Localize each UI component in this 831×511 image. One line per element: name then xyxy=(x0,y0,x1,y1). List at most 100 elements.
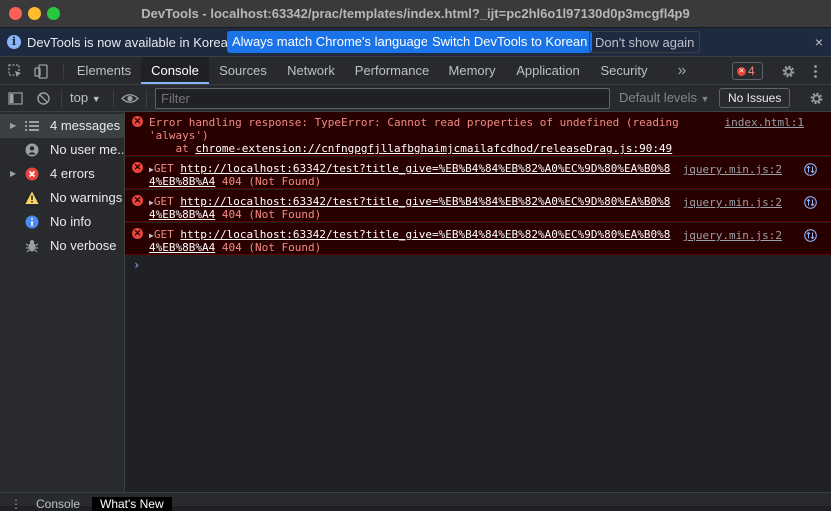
panel-tabbar: Elements Console Sources Network Perform… xyxy=(0,57,831,85)
request-url[interactable]: 4%EB%8B%A4 xyxy=(149,175,215,188)
status-text: 404 (Not Found) xyxy=(215,208,322,221)
dont-show-again-button[interactable]: Don't show again xyxy=(589,31,701,53)
toolbar-divider xyxy=(146,90,147,107)
tab-security[interactable]: Security xyxy=(592,57,656,84)
console-prompt[interactable]: › xyxy=(133,258,140,272)
request-method: GET xyxy=(153,228,181,241)
error-icon xyxy=(25,167,39,181)
list-icon xyxy=(25,121,39,131)
info-icon xyxy=(25,215,39,229)
filter-input[interactable] xyxy=(155,88,610,109)
tab-memory[interactable]: Memory xyxy=(440,57,504,84)
context-selector[interactable]: top ▼ xyxy=(70,90,101,105)
more-options-icon[interactable] xyxy=(808,64,823,79)
request-url[interactable]: http://localhost:63342/test?title_give=%… xyxy=(180,195,670,208)
drawer-menu-icon[interactable]: ⋮ xyxy=(10,497,22,511)
inspect-element-icon[interactable] xyxy=(8,64,23,79)
network-error-line: ▶GET http://localhost:63342/test?title_g… xyxy=(149,162,670,176)
console-error-message[interactable]: ✕ ▶GET http://localhost:63342/test?title… xyxy=(125,157,831,189)
language-infobar: i DevTools is now available in Korean! A… xyxy=(0,28,831,57)
sidebar-item-warnings[interactable]: No warnings xyxy=(0,186,125,210)
request-url[interactable]: 4%EB%8B%A4 xyxy=(149,208,215,221)
source-link[interactable]: index.html:1 xyxy=(725,116,804,129)
network-error-line: 4%EB%8B%A4 404 (Not Found) xyxy=(149,208,321,221)
error-icon: ✕ xyxy=(132,162,143,173)
drawer-tab-whats-new[interactable]: What's New xyxy=(92,497,172,511)
error-icon: ✕ xyxy=(132,195,143,206)
network-request-icon[interactable] xyxy=(804,163,817,176)
match-language-button[interactable]: Always match Chrome's language xyxy=(227,31,434,53)
network-error-line: ▶GET http://localhost:63342/test?title_g… xyxy=(149,195,670,209)
request-method: GET xyxy=(153,195,181,208)
sidebar-item-messages[interactable]: ▶ 4 messages xyxy=(0,114,125,138)
sidebar-toggle-icon[interactable] xyxy=(8,91,23,106)
triangle-down-icon: ▼ xyxy=(91,94,101,104)
tab-elements[interactable]: Elements xyxy=(70,57,138,84)
sidebar-item-errors[interactable]: ▶ 4 errors xyxy=(0,162,125,186)
log-levels-dropdown[interactable]: Default levels ▼ xyxy=(619,90,710,105)
sidebar-item-label: No warnings xyxy=(50,190,123,205)
console-settings-gear-icon[interactable] xyxy=(809,91,824,106)
status-text: 404 (Not Found) xyxy=(215,175,322,188)
console-sidebar: ▶ 4 messages No user me... ▶ 4 errors No… xyxy=(0,112,125,492)
network-error-line: 4%EB%8B%A4 404 (Not Found) xyxy=(149,241,321,254)
console-messages: ✕ Error handling response: TypeError: Ca… xyxy=(125,112,831,492)
expand-arrow-icon[interactable]: ▶ xyxy=(10,162,16,186)
sidebar-item-label: No user me... xyxy=(50,142,125,157)
request-url[interactable]: 4%EB%8B%A4 xyxy=(149,241,215,254)
console-error-message[interactable]: ✕ ▶GET http://localhost:63342/test?title… xyxy=(125,190,831,222)
clear-console-icon[interactable] xyxy=(36,91,51,106)
tab-console[interactable]: Console xyxy=(141,57,209,84)
tab-sources[interactable]: Sources xyxy=(210,57,276,84)
gear-icon[interactable] xyxy=(781,64,796,79)
sidebar-item-info[interactable]: No info xyxy=(0,210,125,234)
error-icon: ✕ xyxy=(132,228,143,239)
more-tabs-button[interactable]: » xyxy=(670,57,694,84)
sidebar-item-verbose[interactable]: No verbose xyxy=(0,234,125,258)
console-error-message[interactable]: ✕ ▶GET http://localhost:63342/test?title… xyxy=(125,223,831,255)
error-count-badge[interactable]: ✕ 4 xyxy=(732,62,763,80)
no-issues-button[interactable]: No Issues xyxy=(719,88,791,108)
sidebar-item-label: No info xyxy=(50,214,92,229)
network-error-line: 4%EB%8B%A4 404 (Not Found) xyxy=(149,175,321,188)
switch-to-korean-button[interactable]: Switch DevTools to Korean xyxy=(427,31,593,53)
network-request-icon[interactable] xyxy=(804,229,817,242)
network-request-icon[interactable] xyxy=(804,196,817,209)
sidebar-item-user-messages[interactable]: No user me... xyxy=(0,138,125,162)
error-icon: ✕ xyxy=(132,116,143,127)
warning-icon xyxy=(25,191,39,204)
sidebar-item-label: 4 errors xyxy=(50,166,95,181)
tab-network[interactable]: Network xyxy=(279,57,343,84)
user-icon xyxy=(25,143,39,157)
status-text: 404 (Not Found) xyxy=(215,241,322,254)
stack-link[interactable]: chrome-extension://cnfngpgfjllafbghaimjc… xyxy=(195,142,672,155)
source-link[interactable]: jquery.min.js:2 xyxy=(683,163,782,176)
tab-application[interactable]: Application xyxy=(508,57,588,84)
error-text: Error handling response: TypeError: Cann… xyxy=(149,116,679,129)
expand-arrow-icon[interactable]: ▶ xyxy=(10,114,16,138)
bottom-drawer: ⋮ Console What's New xyxy=(0,492,831,511)
window-titlebar: DevTools - localhost:63342/prac/template… xyxy=(0,0,831,28)
device-toolbar-icon[interactable] xyxy=(34,64,49,79)
drawer-tab-console[interactable]: Console xyxy=(36,497,80,511)
request-url[interactable]: http://localhost:63342/test?title_give=%… xyxy=(180,228,670,241)
source-link[interactable]: jquery.min.js:2 xyxy=(683,196,782,209)
close-icon[interactable]: × xyxy=(815,34,823,50)
source-link[interactable]: jquery.min.js:2 xyxy=(683,229,782,242)
error-stack-line: at chrome-extension://cnfngpgfjllafbghai… xyxy=(149,142,672,155)
toolbar-divider xyxy=(113,90,114,107)
info-icon: i xyxy=(7,35,21,49)
error-icon: ✕ xyxy=(737,67,746,77)
console-error-message[interactable]: ✕ Error handling response: TypeError: Ca… xyxy=(125,112,831,156)
context-label: top xyxy=(70,90,89,105)
log-levels-label: Default levels xyxy=(619,90,698,105)
eye-icon[interactable] xyxy=(121,91,139,106)
window-title: DevTools - localhost:63342/prac/template… xyxy=(141,6,690,21)
network-error-line: ▶GET http://localhost:63342/test?title_g… xyxy=(149,228,670,242)
infobar-message: DevTools is now available in Korean! xyxy=(27,35,239,50)
error-text: 'always') xyxy=(149,129,209,142)
tab-performance[interactable]: Performance xyxy=(348,57,436,84)
triangle-down-icon: ▼ xyxy=(700,94,710,104)
request-method: GET xyxy=(153,162,181,175)
request-url[interactable]: http://localhost:63342/test?title_give=%… xyxy=(180,162,670,175)
